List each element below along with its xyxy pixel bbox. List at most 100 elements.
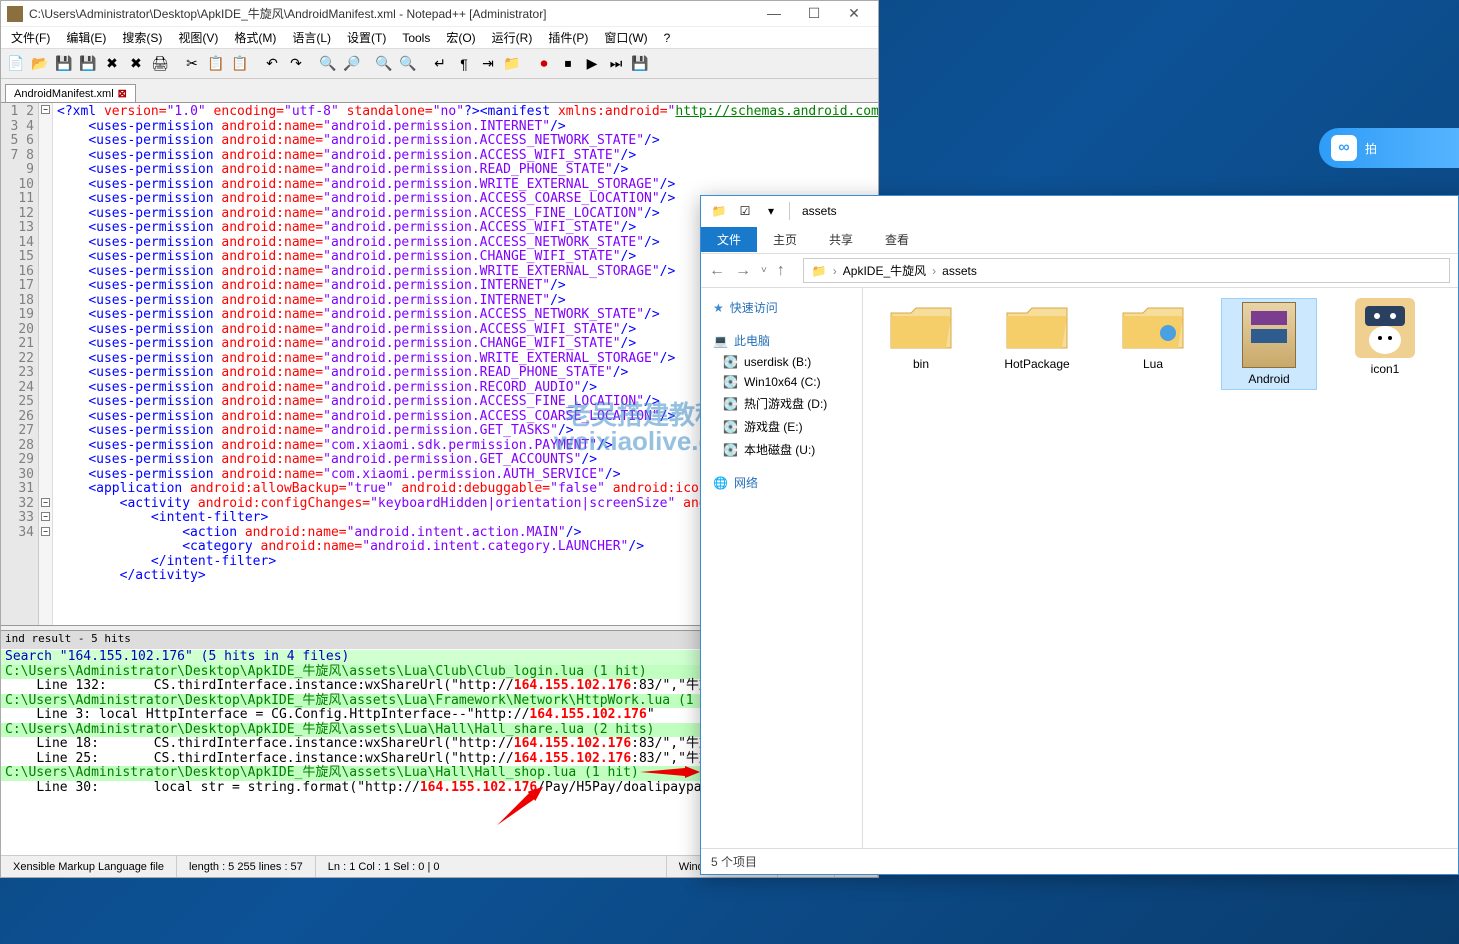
maximize-button[interactable]: ☐ bbox=[796, 4, 832, 24]
tree-this-pc[interactable]: 💻此电脑 bbox=[705, 329, 858, 352]
menu-run[interactable]: 运行(R) bbox=[486, 27, 539, 48]
breadcrumb-item[interactable]: assets bbox=[942, 264, 977, 278]
folder-hotpackage[interactable]: HotPackage bbox=[989, 298, 1085, 371]
titlebar[interactable]: C:\Users\Administrator\Desktop\ApkIDE_牛旋… bbox=[1, 1, 878, 27]
menu-window[interactable]: 窗口(W) bbox=[598, 27, 653, 48]
folder-small-icon: 📁 bbox=[812, 264, 827, 278]
explorer-window: 📁 ☑ ▾ assets 文件 主页 共享 查看 ← → ˅ ↑ 📁 › Apk… bbox=[700, 195, 1459, 875]
navigation-tree[interactable]: ★快速访问 💻此电脑 💽userdisk (B:) 💽Win10x64 (C:)… bbox=[701, 288, 863, 848]
wrap-icon[interactable]: ↵ bbox=[429, 53, 451, 75]
menu-help[interactable]: ? bbox=[658, 29, 677, 47]
menu-language[interactable]: 语言(L) bbox=[286, 27, 337, 48]
menu-view[interactable]: 视图(V) bbox=[172, 27, 224, 48]
folder-lua[interactable]: Lua bbox=[1105, 298, 1201, 371]
explorer-statusbar: 5 个项目 bbox=[701, 848, 1458, 874]
cloud-icon: ∞ bbox=[1331, 135, 1357, 161]
cloud-widget[interactable]: ∞ 拍 bbox=[1319, 128, 1459, 168]
menu-search[interactable]: 搜索(S) bbox=[116, 27, 168, 48]
dropdown-icon[interactable]: ▾ bbox=[759, 199, 783, 223]
folder-icon bbox=[1002, 298, 1072, 354]
navigation-bar: ← → ˅ ↑ 📁 › ApkIDE_牛旋风 › assets bbox=[701, 254, 1458, 288]
zoomin-icon[interactable]: 🔍 bbox=[373, 53, 395, 75]
menu-file[interactable]: 文件(F) bbox=[5, 27, 56, 48]
back-button[interactable]: ← bbox=[709, 262, 725, 280]
up-button[interactable]: ↑ bbox=[777, 262, 785, 280]
indent-icon[interactable]: ⇥ bbox=[477, 53, 499, 75]
status-filetype: Xensible Markup Language file bbox=[1, 856, 177, 877]
folder-icon[interactable]: 📁 bbox=[707, 199, 731, 223]
menu-settings[interactable]: 设置(T) bbox=[341, 27, 392, 48]
tree-drive[interactable]: 💽本地磁盘 (U:) bbox=[705, 438, 858, 461]
tree-network[interactable]: 🌐网络 bbox=[705, 471, 858, 494]
playmulti-icon[interactable]: ⏭ bbox=[605, 53, 627, 75]
rar-icon bbox=[1242, 302, 1296, 368]
line-numbers: 1 2 3 4 5 6 7 8 9 10 11 12 13 14 15 16 1… bbox=[1, 103, 39, 625]
window-title: C:\Users\Administrator\Desktop\ApkIDE_牛旋… bbox=[29, 5, 756, 22]
menu-edit[interactable]: 编辑(E) bbox=[60, 27, 112, 48]
tab-close-icon[interactable]: ⊠ bbox=[118, 87, 127, 100]
tree-drive[interactable]: 💽userdisk (B:) bbox=[705, 352, 858, 372]
file-label: Android bbox=[1225, 372, 1313, 386]
paste-icon[interactable]: 📋 bbox=[229, 53, 251, 75]
close-icon[interactable]: ✖ bbox=[101, 53, 123, 75]
image-icon bbox=[1355, 298, 1415, 358]
play-icon[interactable]: ▶ bbox=[581, 53, 603, 75]
ribbon-file-tab[interactable]: 文件 bbox=[701, 227, 757, 252]
undo-icon[interactable]: ↶ bbox=[261, 53, 283, 75]
open-icon[interactable]: 📂 bbox=[29, 53, 51, 75]
fold-toggle[interactable]: − bbox=[41, 105, 50, 114]
allchars-icon[interactable]: ¶ bbox=[453, 53, 475, 75]
closeall-icon[interactable]: ✖ bbox=[125, 53, 147, 75]
recent-dropdown[interactable]: ˅ bbox=[761, 265, 767, 276]
breadcrumb-item[interactable]: ApkIDE_牛旋风 bbox=[843, 262, 926, 279]
tree-drive[interactable]: 💽热门游戏盘 (D:) bbox=[705, 392, 858, 415]
cut-icon[interactable]: ✂ bbox=[181, 53, 203, 75]
menubar: 文件(F) 编辑(E) 搜索(S) 视图(V) 格式(M) 语言(L) 设置(T… bbox=[1, 27, 878, 49]
ribbon-share-tab[interactable]: 共享 bbox=[813, 227, 869, 252]
fold-margin[interactable]: − − − − bbox=[39, 103, 53, 625]
folder-icon[interactable]: 📁 bbox=[501, 53, 523, 75]
file-android-rar[interactable]: Android bbox=[1221, 298, 1317, 390]
folder-icon bbox=[886, 298, 956, 354]
new-icon[interactable]: 📄 bbox=[5, 53, 27, 75]
close-button[interactable]: ✕ bbox=[836, 4, 872, 24]
ribbon-home-tab[interactable]: 主页 bbox=[757, 227, 813, 252]
menu-plugins[interactable]: 插件(P) bbox=[542, 27, 594, 48]
find-icon[interactable]: 🔍 bbox=[317, 53, 339, 75]
file-icon1[interactable]: icon1 bbox=[1337, 298, 1433, 376]
ribbon-view-tab[interactable]: 查看 bbox=[869, 227, 925, 252]
ribbon: 文件 主页 共享 查看 bbox=[701, 226, 1458, 254]
fold-toggle[interactable]: − bbox=[41, 527, 50, 536]
properties-icon[interactable]: ☑ bbox=[733, 199, 757, 223]
file-list[interactable]: bin HotPackage Lua Android icon1 bbox=[863, 288, 1458, 848]
explorer-titlebar[interactable]: 📁 ☑ ▾ assets bbox=[701, 196, 1458, 226]
print-icon[interactable]: 🖨 bbox=[149, 53, 171, 75]
tab-label: AndroidManifest.xml bbox=[14, 88, 114, 100]
tree-drive[interactable]: 💽Win10x64 (C:) bbox=[705, 372, 858, 392]
fold-toggle[interactable]: − bbox=[41, 498, 50, 507]
tree-drive[interactable]: 💽游戏盘 (E:) bbox=[705, 415, 858, 438]
folder-bin[interactable]: bin bbox=[873, 298, 969, 371]
minimize-button[interactable]: — bbox=[756, 4, 792, 24]
replace-icon[interactable]: 🔎 bbox=[341, 53, 363, 75]
tab-bar: AndroidManifest.xml ⊠ bbox=[1, 79, 878, 103]
saveall-icon[interactable]: 💾 bbox=[77, 53, 99, 75]
forward-button[interactable]: → bbox=[735, 262, 751, 280]
redo-icon[interactable]: ↷ bbox=[285, 53, 307, 75]
menu-tools[interactable]: Tools bbox=[396, 29, 436, 47]
file-label: icon1 bbox=[1337, 362, 1433, 376]
breadcrumb[interactable]: 📁 › ApkIDE_牛旋风 › assets bbox=[803, 258, 1450, 283]
menu-macro[interactable]: 宏(O) bbox=[440, 27, 481, 48]
record-icon[interactable]: ⏺ bbox=[533, 53, 555, 75]
stop-icon[interactable]: ⏹ bbox=[557, 53, 579, 75]
fold-toggle[interactable]: − bbox=[41, 512, 50, 521]
copy-icon[interactable]: 📋 bbox=[205, 53, 227, 75]
file-label: Lua bbox=[1105, 357, 1201, 371]
tree-quick-access[interactable]: ★快速访问 bbox=[705, 296, 858, 319]
toolbar: 📄 📂 💾 💾 ✖ ✖ 🖨 ✂ 📋 📋 ↶ ↷ 🔍 🔎 🔍 🔍 ↵ ¶ ⇥ 📁 … bbox=[1, 49, 878, 79]
menu-format[interactable]: 格式(M) bbox=[228, 27, 282, 48]
savemacro-icon[interactable]: 💾 bbox=[629, 53, 651, 75]
zoomout-icon[interactable]: 🔍 bbox=[397, 53, 419, 75]
save-icon[interactable]: 💾 bbox=[53, 53, 75, 75]
tab-androidmanifest[interactable]: AndroidManifest.xml ⊠ bbox=[5, 84, 136, 102]
